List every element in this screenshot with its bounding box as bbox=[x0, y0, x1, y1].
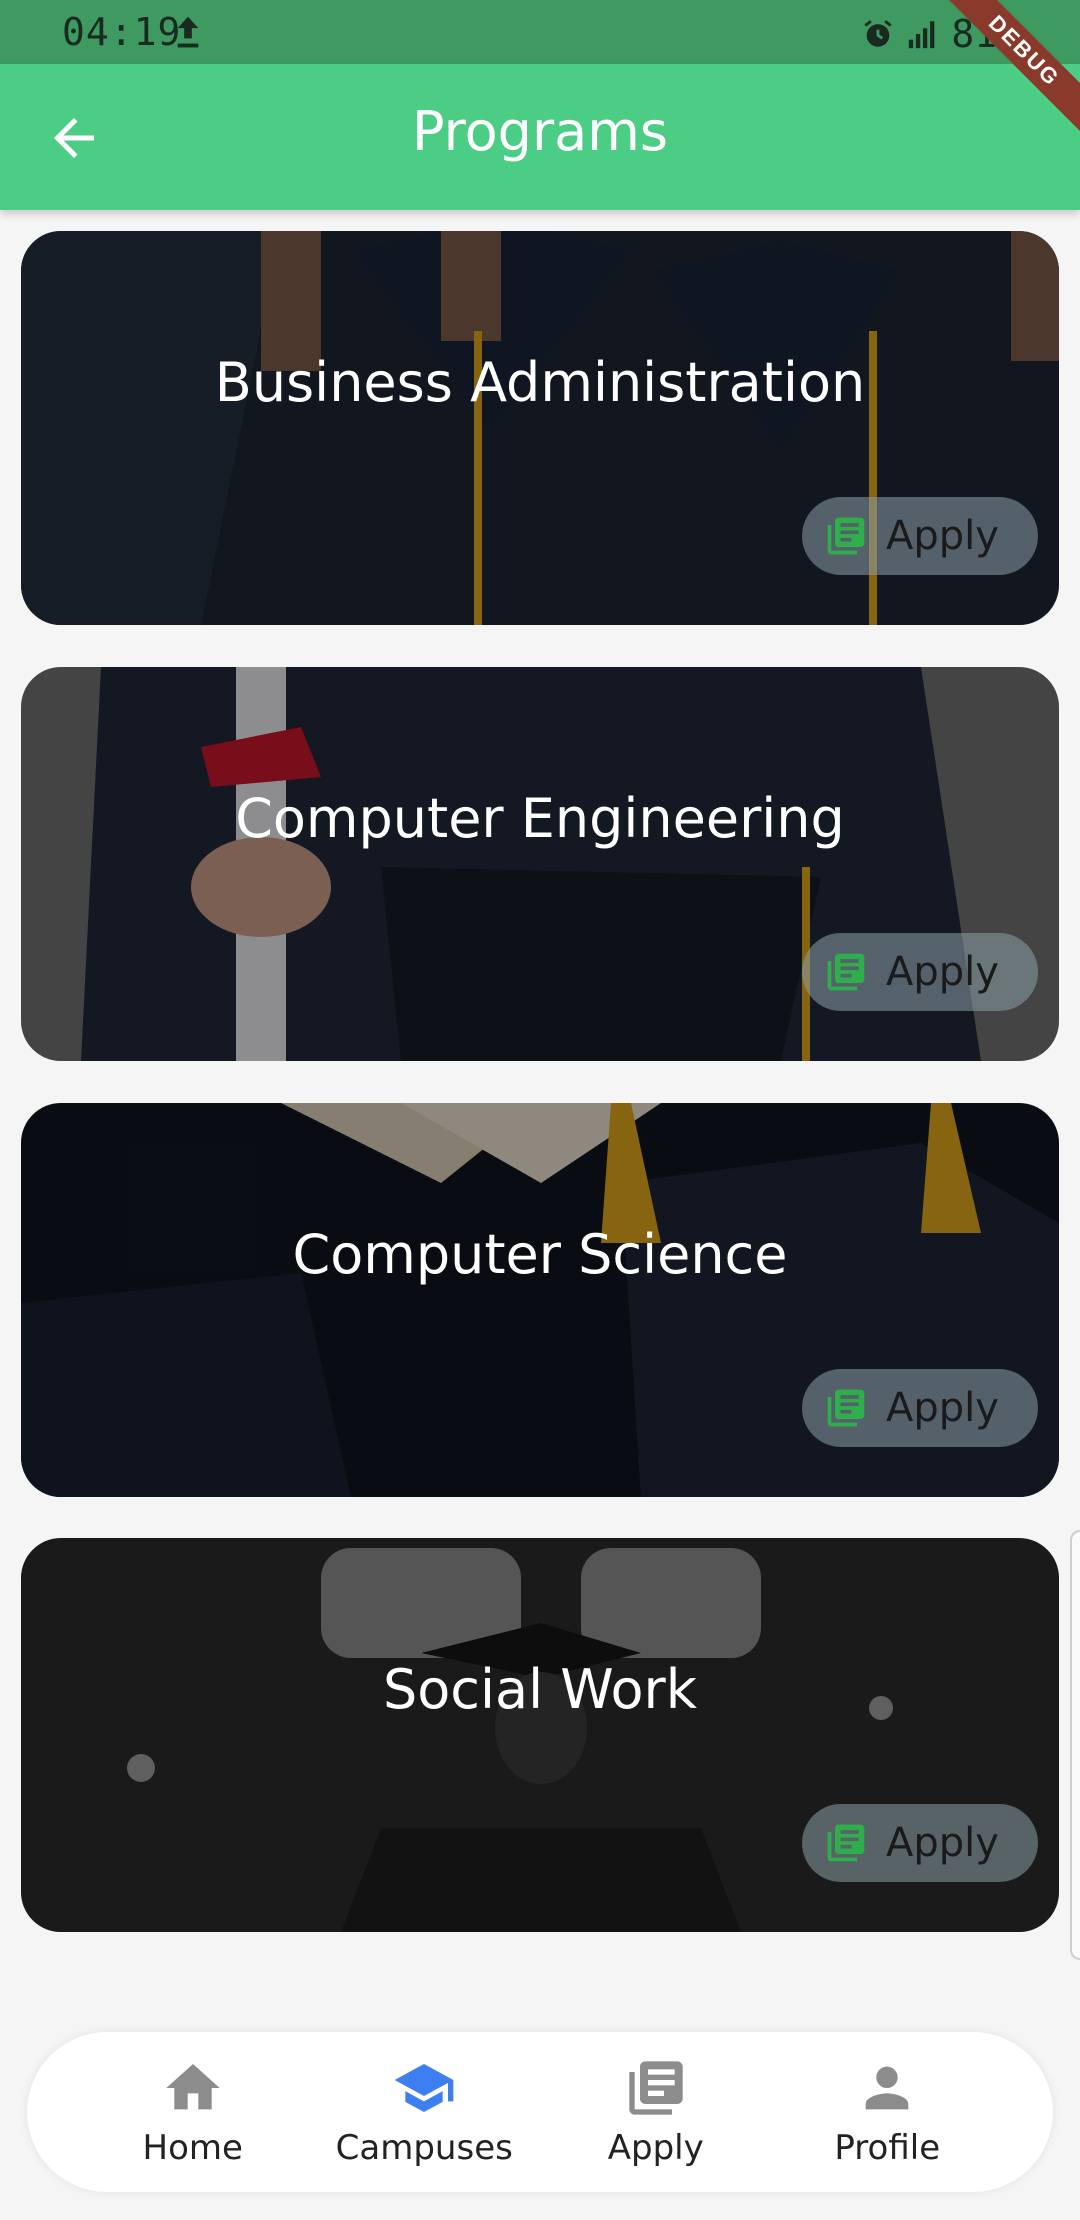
scroll-edge-indicator bbox=[1070, 1530, 1080, 1960]
library-books-icon bbox=[827, 953, 865, 991]
signal-icon bbox=[909, 21, 935, 49]
graduation-cap-icon bbox=[394, 2064, 454, 2112]
nav-item-apply[interactable]: Apply bbox=[556, 2056, 756, 2168]
apply-button[interactable]: Apply bbox=[802, 933, 1038, 1011]
library-books-icon bbox=[827, 1824, 865, 1862]
page-title: Programs bbox=[412, 100, 668, 163]
apply-button[interactable]: Apply bbox=[802, 1804, 1038, 1882]
bottom-navigation: Home Campuses Apply Profile bbox=[27, 2032, 1053, 2192]
program-card-computer-science[interactable]: Computer Science Apply bbox=[21, 1103, 1059, 1497]
nav-item-campuses[interactable]: Campuses bbox=[324, 2056, 524, 2168]
library-books-icon bbox=[629, 2061, 683, 2115]
program-title: Computer Science bbox=[292, 1223, 788, 1286]
program-title: Social Work bbox=[382, 1658, 697, 1721]
app-bar: Programs bbox=[0, 64, 1080, 210]
nav-item-home[interactable]: Home bbox=[93, 2056, 293, 2168]
program-title: Computer Engineering bbox=[235, 787, 845, 850]
library-books-icon bbox=[827, 517, 865, 555]
library-books-icon bbox=[827, 1389, 865, 1427]
home-icon bbox=[166, 2064, 220, 2110]
program-title: Business Administration bbox=[214, 351, 866, 414]
status-time: 04:19 bbox=[62, 10, 182, 54]
program-card-computer-engineering[interactable]: Computer Engineering Apply bbox=[21, 667, 1059, 1061]
apply-button[interactable]: Apply bbox=[802, 1369, 1038, 1447]
program-card-business-administration[interactable]: Business Administration Apply bbox=[21, 231, 1059, 625]
nav-item-profile[interactable]: Profile bbox=[787, 2056, 987, 2168]
apply-button[interactable]: Apply bbox=[802, 497, 1038, 575]
program-card-social-work[interactable]: Social Work Apply bbox=[21, 1538, 1059, 1932]
status-bar: 04:19 81% bbox=[0, 0, 1080, 64]
person-icon bbox=[865, 2066, 909, 2110]
alarm-icon bbox=[864, 20, 892, 47]
upload-icon bbox=[177, 16, 199, 48]
